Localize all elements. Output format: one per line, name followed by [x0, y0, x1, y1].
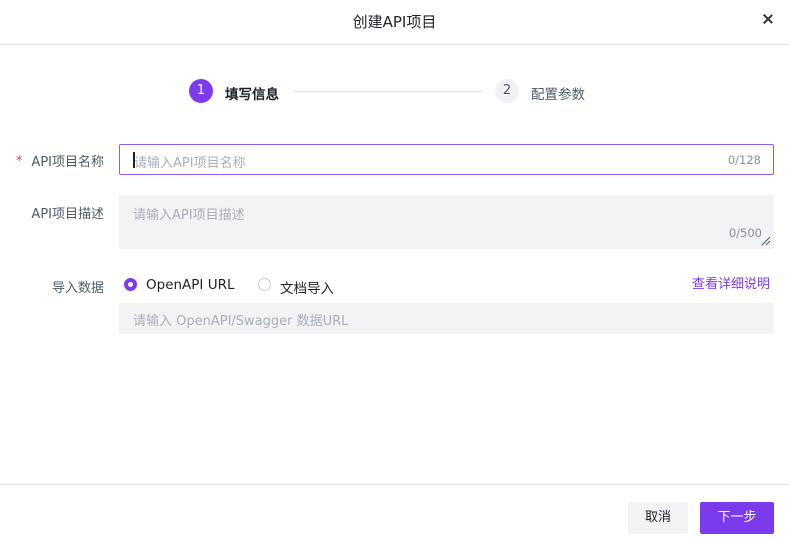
text-cursor — [133, 152, 135, 168]
openapi-url-radio[interactable] — [124, 278, 137, 291]
description-label: API项目描述 — [31, 207, 104, 222]
step-1-number: 1 — [189, 79, 213, 103]
next-step-button[interactable]: 下一步 — [700, 502, 774, 534]
required-mark: * — [16, 154, 23, 169]
description-char-count: 0/500 — [728, 226, 762, 240]
name-char-count: 0/128 — [727, 153, 761, 167]
dialog-header: 创建API项目 — [0, 0, 789, 45]
document-import-radio[interactable] — [258, 278, 271, 291]
openapi-url-label[interactable]: OpenAPI URL — [146, 277, 235, 293]
dialog-footer: 取消 下一步 — [0, 484, 789, 540]
import-label: 导入数据 — [51, 281, 104, 296]
resize-handle-icon[interactable] — [761, 236, 771, 246]
document-import-label[interactable]: 文档导入 — [280, 277, 334, 297]
name-input[interactable]: 请输入API项目名称 0/128 — [119, 144, 774, 175]
openapi-url-input[interactable]: 请输入 OpenAPI/Swagger 数据URL — [119, 303, 774, 334]
cancel-button[interactable]: 取消 — [628, 502, 688, 534]
url-input-placeholder: 请输入 OpenAPI/Swagger 数据URL — [133, 314, 349, 329]
step-1-label: 填写信息 — [225, 87, 279, 103]
description-placeholder: 请输入API项目描述 — [133, 208, 245, 223]
step-2-label: 配置参数 — [531, 87, 585, 103]
view-details-link[interactable]: 查看详细说明 — [692, 273, 770, 292]
name-input-placeholder: 请输入API项目名称 — [134, 156, 246, 171]
description-textarea[interactable]: 请输入API项目描述 0/500 — [119, 195, 774, 249]
create-api-project-dialog: 创建API项目 1 填写信息 2 配置参数 * API项目名称 请输入API项目… — [0, 0, 789, 540]
close-icon[interactable] — [761, 12, 775, 26]
step-divider — [293, 91, 483, 92]
step-2-number: 2 — [495, 79, 519, 103]
dialog-title: 创建API项目 — [352, 13, 437, 31]
name-label: API项目名称 — [31, 155, 104, 170]
